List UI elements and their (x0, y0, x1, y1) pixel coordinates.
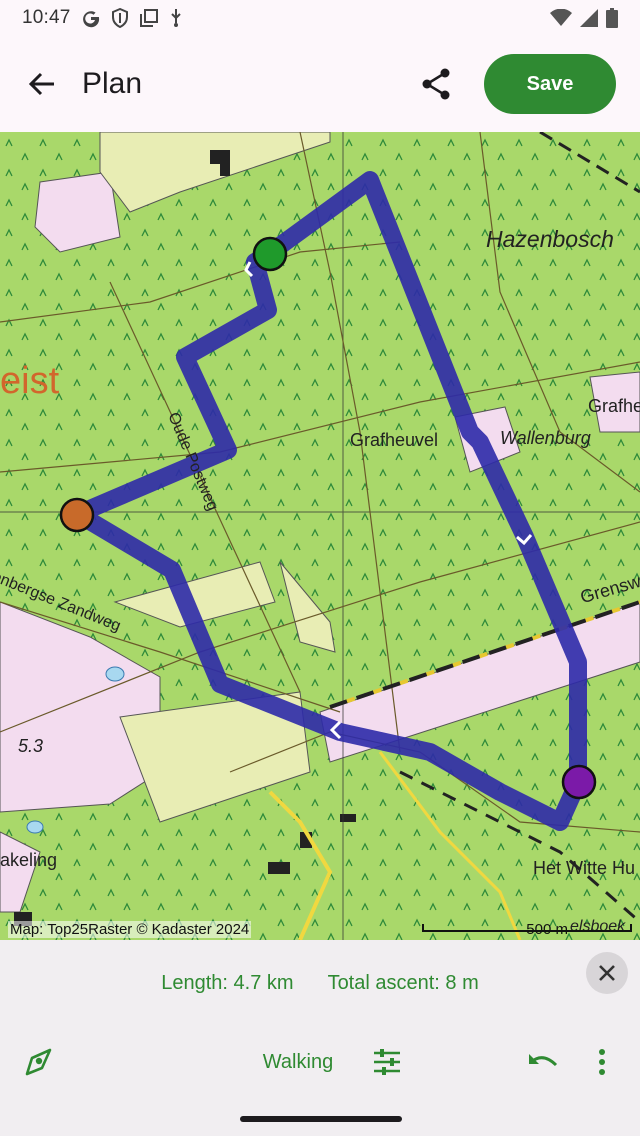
routing-mode-label: Walking (262, 1050, 334, 1073)
routing-mode-selector[interactable]: Walking (250, 1034, 346, 1090)
route-pin-icon (25, 1048, 52, 1076)
map-label-elevation: 5.3 (18, 736, 44, 756)
close-icon (599, 965, 615, 981)
start-marker[interactable] (252, 236, 288, 272)
via-marker[interactable] (59, 497, 95, 533)
map-attribution: Map: Top25Raster © Kadaster 2024 (8, 921, 252, 938)
map-label-eist: eist (0, 360, 60, 402)
route-stats: Length: 4.7 km Total ascent: 8 m (0, 972, 640, 995)
route-summary-sheet: Length: 4.7 km Total ascent: 8 m Walking (0, 940, 640, 1136)
route-ascent: Total ascent: 8 m (327, 972, 479, 994)
map-label-grafhe: Grafhe (588, 396, 640, 416)
copy-icon (139, 9, 158, 27)
battery-icon (606, 8, 618, 28)
more-options-button[interactable] (584, 1034, 620, 1090)
share-icon (422, 68, 450, 100)
signal-icon (580, 9, 598, 27)
undo-icon (529, 1054, 558, 1067)
route-pin-button[interactable] (14, 1034, 64, 1090)
app-bar: Plan Save (0, 36, 640, 132)
save-button[interactable]: Save (484, 54, 616, 114)
route-map[interactable]: Hazenbosch Grafheuvel Wallenburg Grafhe … (0, 132, 640, 940)
map-label-grafheuvel: Grafheuvel (350, 430, 439, 450)
usb-icon (170, 9, 181, 27)
tune-icon (374, 1049, 400, 1075)
status-bar: 10:47 (0, 0, 640, 36)
route-length: Length: 4.7 km (161, 972, 294, 994)
planner-toolbar: Walking (0, 1034, 640, 1090)
status-icons-left (81, 8, 183, 28)
status-icons-right (550, 8, 618, 28)
shield-icon (111, 8, 128, 28)
more-vert-icon (599, 1049, 605, 1075)
google-icon (82, 11, 99, 28)
status-time: 10:47 (22, 7, 71, 28)
scale-label: 500 m (526, 921, 568, 938)
back-arrow-icon (28, 72, 54, 96)
back-button[interactable] (14, 56, 70, 112)
share-button[interactable] (408, 56, 464, 112)
page-title: Plan (82, 67, 143, 100)
map-label-wallenburg: Wallenburg (500, 428, 591, 448)
wifi-icon (550, 9, 572, 26)
map-label-kaleing: akeling (0, 850, 58, 870)
map-label-hazenbosch: Hazenbosch (486, 226, 614, 252)
undo-button[interactable] (518, 1034, 568, 1090)
gesture-nav-handle[interactable] (240, 1116, 402, 1122)
end-marker[interactable] (561, 764, 597, 800)
close-button[interactable] (586, 952, 628, 994)
map-label-witte-huis: Het Witte Hu (533, 858, 636, 878)
map-canvas[interactable] (0, 132, 640, 940)
routing-options-button[interactable] (362, 1034, 412, 1090)
